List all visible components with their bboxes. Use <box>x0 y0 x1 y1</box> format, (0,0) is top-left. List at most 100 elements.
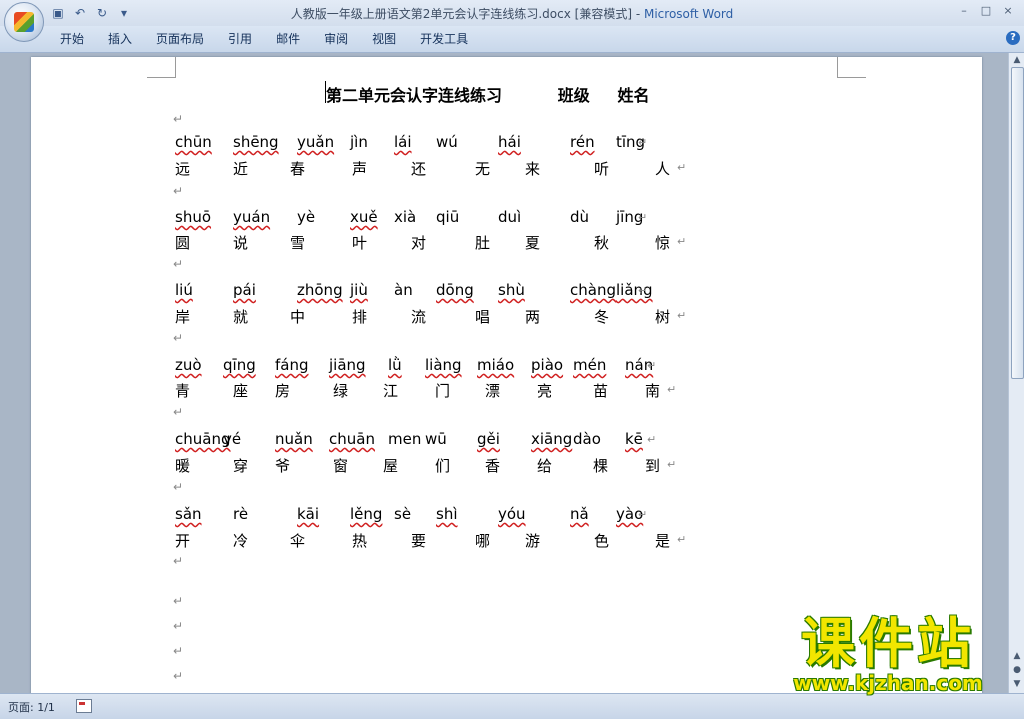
select-browse-object-icon[interactable]: ● <box>1009 663 1024 677</box>
hanzi-character: 圆 <box>175 234 191 252</box>
title-bar: ▣ ↶ ↻ ▾ 人教版一年级上册语文第2单元会认字连线练习.docx [兼容模式… <box>0 0 1024 42</box>
hanzi-character: 说 <box>233 234 249 252</box>
paragraph-mark: ↵ <box>647 433 657 446</box>
hanzi-character: 是 <box>655 532 671 550</box>
hanzi-character: 苗 <box>593 382 609 400</box>
paragraph-mark: ↵ <box>667 458 677 471</box>
hanzi-character: 窗 <box>333 457 349 475</box>
restore-button[interactable]: □ <box>976 2 996 20</box>
hanzi-character: 岸 <box>175 308 191 326</box>
pinyin-row: sǎn rè kāi lěng sè shì yóu nǎ yào ↵ <box>175 505 695 527</box>
pinyin-syllable: yóu <box>498 505 526 523</box>
hanzi-row: 开 冷 伞 热 要 哪 游 色 是 ↵ <box>175 530 695 552</box>
ribbon-tab[interactable]: 审阅 <box>312 31 360 47</box>
pinyin-syllable: jiāng <box>329 356 366 374</box>
paragraph-mark: ↵ <box>677 235 687 248</box>
ribbon-tab[interactable]: 开发工具 <box>408 31 480 47</box>
help-icon[interactable]: ? <box>1006 31 1020 45</box>
hanzi-character: 江 <box>383 382 399 400</box>
hanzi-character: 流 <box>411 308 427 326</box>
office-button[interactable] <box>4 2 44 42</box>
pinyin-syllable: sǎn <box>175 505 202 523</box>
ribbon-tab[interactable]: 页面布局 <box>144 31 216 47</box>
minimize-button[interactable]: – <box>954 2 974 20</box>
scroll-up-icon[interactable]: ▲ <box>1009 53 1024 67</box>
pinyin-syllable: fáng <box>275 356 309 374</box>
pinyin-syllable: qiū <box>436 208 460 226</box>
pinyin-syllable: kē <box>625 430 643 448</box>
pinyin-syllable: yuán <box>233 208 271 226</box>
document-area: 第二单元会认字连线练习 班级 姓名 ↵↵↵↵↵↵↵↵↵↵↵↵chūnshēngy… <box>0 53 1008 693</box>
pinyin-syllable: shēng <box>233 133 279 151</box>
pinyin-syllable: duì <box>498 208 522 226</box>
office-logo-icon <box>14 12 34 32</box>
pinyin-syllable: zuò <box>175 356 202 374</box>
ribbon-tab-bar: 开始 插入 页面布局 引用 邮件 审阅 视图 开发工具 ? <box>0 26 1024 53</box>
paragraph-mark: ↵ <box>173 619 184 633</box>
pinyin-syllable: yè <box>297 208 316 226</box>
pinyin-syllable: shù <box>498 281 525 299</box>
hanzi-row: 青 座 房 绿 江 门 漂 亮 苗 南 ↵ <box>175 380 695 402</box>
pinyin-syllable: jiù <box>350 281 368 299</box>
hanzi-character: 座 <box>233 382 249 400</box>
document-page[interactable]: 第二单元会认字连线练习 班级 姓名 ↵↵↵↵↵↵↵↵↵↵↵↵chūnshēngy… <box>31 57 982 693</box>
hanzi-character: 排 <box>352 308 368 326</box>
hanzi-character: 夏 <box>525 234 541 252</box>
hanzi-character: 到 <box>645 457 661 475</box>
hanzi-character: 对 <box>411 234 427 252</box>
paragraph-mark: ↵ <box>638 136 648 149</box>
hanzi-character: 伞 <box>290 532 306 550</box>
paragraph-mark: ↵ <box>173 480 184 494</box>
paragraph-mark: ↵ <box>173 669 184 683</box>
vertical-scrollbar[interactable]: ▲ ▲ ● ▼ <box>1008 53 1024 693</box>
pinyin-syllable: chūn <box>175 133 212 151</box>
paragraph-mark: ↵ <box>677 309 687 322</box>
hanzi-character: 暖 <box>175 457 191 475</box>
pinyin-syllable: pái <box>233 281 256 299</box>
ribbon-tabs: 开始 插入 页面布局 引用 邮件 审阅 视图 开发工具 <box>48 31 480 47</box>
hanzi-character: 游 <box>525 532 541 550</box>
hanzi-character: 雪 <box>290 234 306 252</box>
paragraph-mark: ↵ <box>173 112 184 126</box>
pinyin-syllable: dōng <box>436 281 474 299</box>
hanzi-character: 绿 <box>333 382 349 400</box>
pinyin-syllable: chàng <box>570 281 616 299</box>
pinyin-syllable: xià <box>394 208 417 226</box>
next-page-icon[interactable]: ▼ <box>1009 677 1024 691</box>
ribbon-tab[interactable]: 开始 <box>48 31 96 47</box>
hanzi-character: 唱 <box>475 308 491 326</box>
previous-page-icon[interactable]: ▲ <box>1009 649 1024 663</box>
hanzi-character: 就 <box>233 308 249 326</box>
pinyin-syllable: wū <box>425 430 447 448</box>
ribbon-tab[interactable]: 视图 <box>360 31 408 47</box>
hanzi-character: 穿 <box>233 457 249 475</box>
pinyin-syllable: zhōng <box>297 281 343 299</box>
hanzi-character: 色 <box>594 532 610 550</box>
hanzi-character: 叶 <box>352 234 368 252</box>
pinyin-syllable: dù <box>570 208 590 226</box>
hanzi-character: 树 <box>655 308 671 326</box>
pinyin-syllable: liú <box>175 281 193 299</box>
hanzi-character: 漂 <box>485 382 501 400</box>
hanzi-row: 圆 说 雪 叶 对 肚 夏 秋 惊 ↵ <box>175 232 695 254</box>
ribbon-tab[interactable]: 引用 <box>216 31 264 47</box>
hanzi-character: 两 <box>525 308 541 326</box>
worksheet-title: 第二单元会认字连线练习 班级 姓名 <box>326 86 650 105</box>
pinyin-syllable: lǜ <box>388 356 402 374</box>
hanzi-character: 哪 <box>475 532 491 550</box>
hanzi-character: 还 <box>411 160 427 178</box>
hanzi-character: 们 <box>435 457 451 475</box>
pinyin-syllable: mén <box>573 356 607 374</box>
pinyin-syllable: jìn <box>350 133 368 151</box>
hanzi-character: 惊 <box>655 234 671 252</box>
ribbon-tab[interactable]: 邮件 <box>264 31 312 47</box>
hanzi-row: 远 近 春 声 还 无 来 听 人 ↵ <box>175 158 695 180</box>
close-button[interactable]: × <box>998 2 1018 20</box>
scrollbar-thumb[interactable] <box>1011 67 1024 379</box>
paragraph-mark: ↵ <box>638 284 648 297</box>
proofing-icon[interactable] <box>76 699 92 713</box>
page-count[interactable]: 页面: 1/1 <box>8 699 55 715</box>
hanzi-row: 岸 就 中 排 流 唱 两 冬 树 ↵ <box>175 306 695 328</box>
pinyin-syllable: sè <box>394 505 412 523</box>
ribbon-tab[interactable]: 插入 <box>96 31 144 47</box>
